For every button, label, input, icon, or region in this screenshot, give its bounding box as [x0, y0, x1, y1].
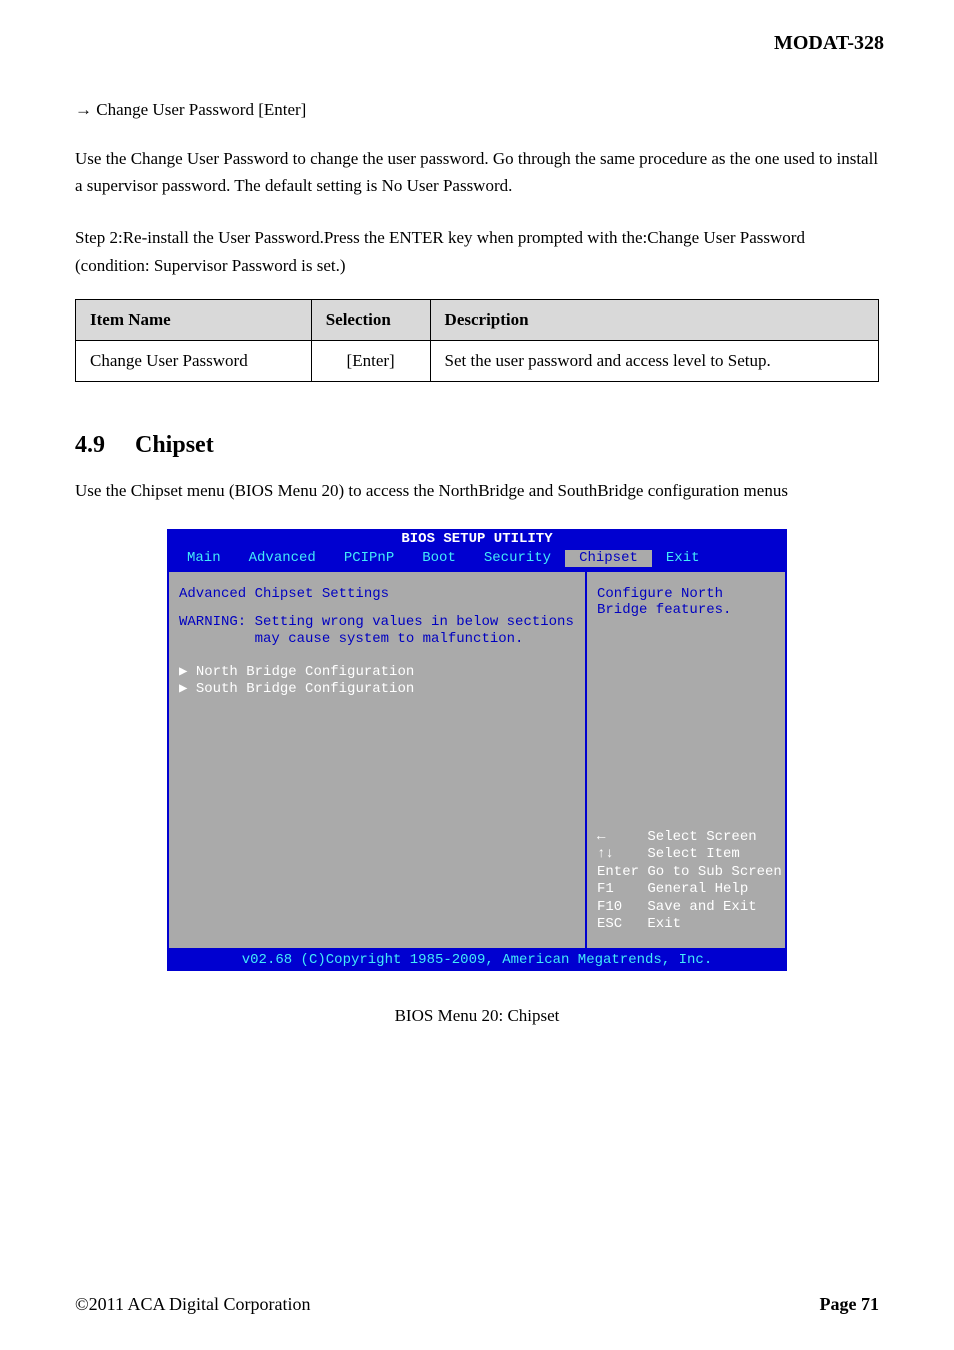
- table-cell-selection: [Enter]: [311, 340, 430, 381]
- bios-submenu-south[interactable]: ▶ South Bridge Configuration: [179, 681, 575, 698]
- bios-tab-boot[interactable]: Boot: [408, 550, 470, 567]
- option-description: Use the Change User Password to change t…: [75, 145, 879, 199]
- bios-title: BIOS SETUP UTILITY: [167, 529, 787, 550]
- bios-tabs: Main Advanced PCIPnP Boot Security Chips…: [167, 550, 787, 570]
- table-cell-description: Set the user password and access level t…: [430, 340, 878, 381]
- bios-help-text: Configure North Bridge features.: [597, 586, 775, 620]
- heading-text: Chipset: [135, 432, 214, 458]
- figure-label: BIOS Menu 20: Chipset: [75, 1006, 879, 1026]
- bios-tab-main[interactable]: Main: [173, 550, 235, 567]
- table-header-description: Description: [430, 299, 878, 340]
- step-description: Step 2:Re-install the User Password.Pres…: [75, 224, 879, 278]
- table-row: Change User Password [Enter] Set the use…: [76, 340, 879, 381]
- option-label: → Change User Password [Enter]: [75, 100, 879, 120]
- bios-left-panel: Advanced Chipset Settings WARNING: Setti…: [169, 570, 585, 950]
- bios-right-panel: Configure North Bridge features. ← Selec…: [585, 570, 785, 950]
- page-header: MODAT-328: [774, 32, 884, 55]
- bios-tab-advanced[interactable]: Advanced: [235, 550, 330, 567]
- bios-tab-chipset[interactable]: Chipset: [565, 550, 652, 567]
- table-header-item: Item Name: [76, 299, 312, 340]
- bios-tab-exit[interactable]: Exit: [652, 550, 714, 567]
- options-table: Item Name Selection Description Change U…: [75, 299, 879, 382]
- page-footer: ©2011 ACA Digital Corporation Page 71: [0, 1294, 954, 1315]
- bios-tab-pcipnp[interactable]: PCIPnP: [330, 550, 408, 567]
- table-cell-item: Change User Password: [76, 340, 312, 381]
- bios-warning: WARNING: Setting wrong values in below s…: [179, 614, 575, 648]
- bios-key-hints: ← Select Screen ↑↓ Select Item Enter Go …: [597, 829, 775, 934]
- footer-copyright: ©2011 ACA Digital Corporation: [75, 1294, 311, 1315]
- bios-panel-title: Advanced Chipset Settings: [179, 586, 575, 603]
- bios-footer: v02.68 (C)Copyright 1985-2009, American …: [167, 950, 787, 972]
- heading-description: Use the Chipset menu (BIOS Menu 20) to a…: [75, 477, 879, 504]
- footer-page-number: Page 71: [820, 1294, 879, 1315]
- bios-submenu-north[interactable]: ▶ North Bridge Configuration: [179, 664, 575, 681]
- bios-tab-security[interactable]: Security: [470, 550, 565, 567]
- bios-screenshot: BIOS SETUP UTILITY Main Advanced PCIPnP …: [167, 529, 787, 971]
- section-heading: 4.9 Chipset: [75, 432, 879, 459]
- table-header-selection: Selection: [311, 299, 430, 340]
- heading-number: 4.9: [75, 432, 105, 458]
